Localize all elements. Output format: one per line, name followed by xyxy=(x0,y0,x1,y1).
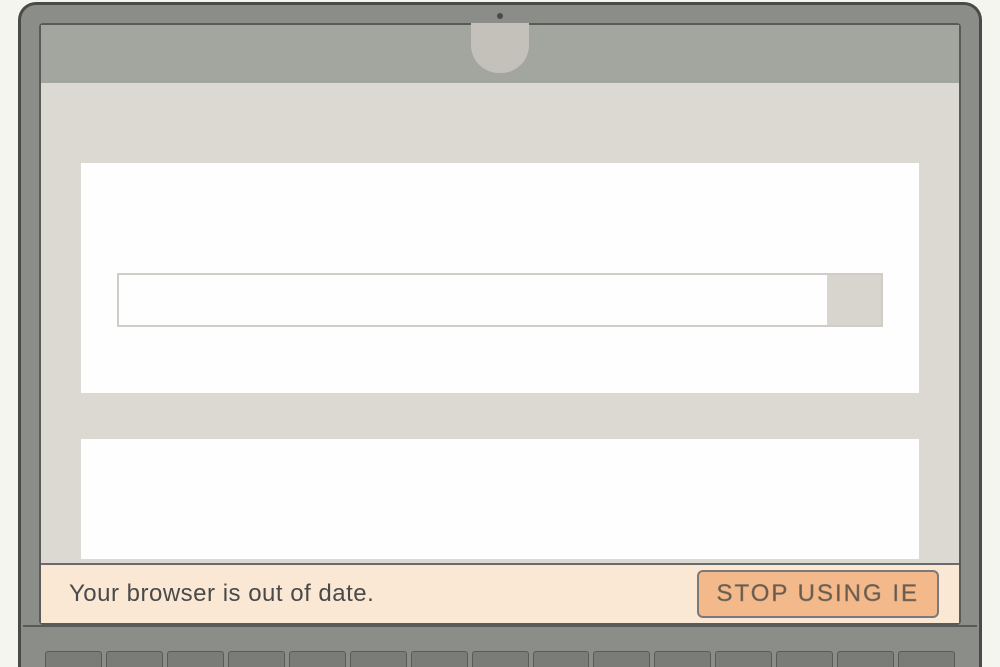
notification-bar: Your browser is out of date. STOP USING … xyxy=(41,563,959,623)
content-panel xyxy=(81,439,919,559)
laptop-base xyxy=(23,625,977,667)
laptop-screen: Your browser is out of date. STOP USING … xyxy=(39,23,961,625)
page-content xyxy=(41,145,959,563)
browser-toolbar xyxy=(41,83,959,145)
stop-using-ie-button[interactable]: STOP USING IE xyxy=(697,570,940,618)
search-panel xyxy=(81,163,919,393)
search-input[interactable] xyxy=(119,275,827,325)
webcam-dot-icon xyxy=(497,13,503,19)
keyboard-icon xyxy=(45,651,955,667)
search-button[interactable] xyxy=(827,275,881,325)
divider xyxy=(81,417,919,421)
search-box xyxy=(117,273,883,327)
notification-message: Your browser is out of date. xyxy=(69,580,374,608)
laptop-frame: Your browser is out of date. STOP USING … xyxy=(18,2,982,667)
